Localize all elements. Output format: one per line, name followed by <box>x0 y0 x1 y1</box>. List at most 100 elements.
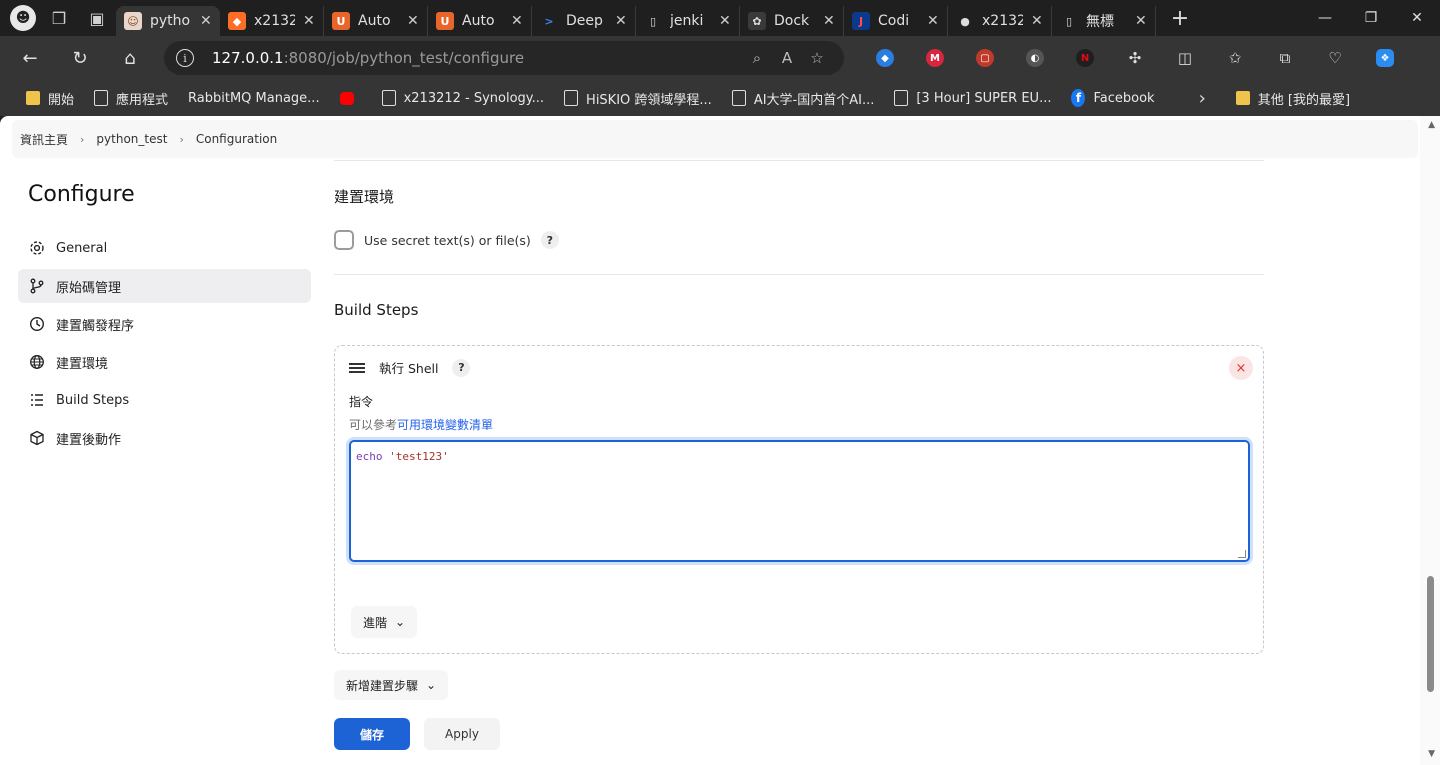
scrollbar-thumb[interactable] <box>1427 576 1434 692</box>
site-info-icon[interactable]: i <box>176 49 194 67</box>
bookmark-item[interactable]: f Facebook <box>1061 83 1164 113</box>
puzzle-extensions-icon[interactable]: ✣ <box>1114 43 1156 73</box>
close-window-button[interactable]: ✕ <box>1394 0 1440 36</box>
performance-icon[interactable]: ♡ <box>1314 43 1356 73</box>
split-screen-icon[interactable]: ◫ <box>1164 43 1206 73</box>
tab-actions-icon[interactable]: ▣ <box>78 0 116 36</box>
browser-tab[interactable]: U Auto ✕ <box>428 6 532 36</box>
tab-close-icon[interactable]: ✕ <box>927 13 939 29</box>
tab-title: pytho <box>150 13 191 29</box>
browser-tab[interactable]: ☺ pytho ✕ <box>116 6 220 36</box>
section-divider <box>334 274 1264 275</box>
restore-button[interactable]: ❐ <box>1348 0 1394 36</box>
secret-option-row: Use secret text(s) or file(s) ? <box>334 230 559 250</box>
back-button[interactable]: ← <box>10 40 50 76</box>
secret-checkbox[interactable] <box>334 230 354 250</box>
screenshot-extension-icon[interactable]: ▢ <box>964 43 1006 73</box>
other-bookmarks-folder[interactable]: 其他 [我的最愛] <box>1226 83 1360 113</box>
page-scrollbar[interactable]: ▲ ▼ <box>1420 116 1440 765</box>
more-bookmarks-icon[interactable]: › <box>1189 88 1216 109</box>
browser-tab[interactable]: J Codi ✕ <box>844 6 948 36</box>
bookmark-item[interactable]: 開始 <box>16 83 84 113</box>
refresh-button[interactable]: ↻ <box>60 40 100 76</box>
browser-tab[interactable]: ● x2132 ✕ <box>948 6 1052 36</box>
env-vars-link[interactable]: 可用環境變數清單 <box>397 418 493 432</box>
copilot-icon[interactable]: ❖ <box>1364 43 1406 73</box>
drag-handle-icon[interactable] <box>349 362 365 373</box>
scroll-down-icon[interactable]: ▼ <box>1428 749 1435 759</box>
add-build-step-button[interactable]: 新增建置步驟 ⌄ <box>334 670 449 700</box>
bookmark-label: RabbitMQ Manage... <box>188 90 320 106</box>
workspaces-icon[interactable]: ❒ <box>40 0 78 36</box>
tab-close-icon[interactable]: ✕ <box>719 13 731 29</box>
new-tab-button[interactable]: + <box>1162 3 1198 33</box>
sidebar-item[interactable]: 建置觸發程序 <box>18 307 311 341</box>
tab-close-icon[interactable]: ✕ <box>511 13 523 29</box>
netflix-extension-icon[interactable]: N <box>1064 43 1106 73</box>
save-button[interactable]: 儲存 <box>334 718 410 750</box>
bookmark-item[interactable]: 應用程式 <box>84 83 178 113</box>
tab-title: x2132 <box>254 13 295 29</box>
resize-handle-icon[interactable] <box>1238 550 1246 558</box>
command-label: 指令 <box>349 395 374 409</box>
bookmark-item[interactable]: HiSKIO 跨領域學程... <box>554 83 722 113</box>
advanced-button[interactable]: 進階 ⌄ <box>351 606 418 638</box>
read-aloud-icon[interactable]: A <box>772 49 802 67</box>
section-divider <box>334 160 1264 161</box>
profile-avatar[interactable]: ☻ <box>10 5 36 31</box>
tab-close-icon[interactable]: ✕ <box>615 13 627 29</box>
apply-button[interactable]: Apply <box>424 718 500 750</box>
zoom-icon[interactable]: ⌕ <box>742 49 772 67</box>
favorites-icon[interactable]: ✩ <box>1214 43 1256 73</box>
config-main: 建置環境 Use secret text(s) or file(s) ? Bui… <box>334 116 1264 765</box>
scroll-up-icon[interactable]: ▲ <box>1428 120 1435 130</box>
favorite-star-icon[interactable]: ☆ <box>802 49 832 67</box>
mouse-extension-icon[interactable]: ◐ <box>1014 43 1056 73</box>
secret-label[interactable]: Use secret text(s) or file(s) <box>364 233 531 248</box>
browser-tab[interactable]: > Deep ✕ <box>532 6 636 36</box>
browser-tab[interactable]: ◆ x2132 ✕ <box>220 6 324 36</box>
url-text[interactable]: 127.0.0.1:8080/job/python_test/configure <box>212 49 742 67</box>
tab-title: Deep <box>566 13 603 29</box>
tab-close-icon[interactable]: ✕ <box>1135 13 1147 29</box>
tab-close-icon[interactable]: ✕ <box>823 13 835 29</box>
breadcrumb-configuration: Configuration <box>195 132 278 146</box>
command-textarea[interactable]: echo 'test123' <box>349 440 1250 562</box>
breadcrumb-job[interactable]: python_test <box>96 132 167 146</box>
folder-icon <box>26 91 40 105</box>
m-extension-icon[interactable]: M <box>914 43 956 73</box>
help-icon[interactable]: ? <box>452 358 471 377</box>
gear-icon <box>28 239 46 257</box>
tab-close-icon[interactable]: ✕ <box>1031 13 1043 29</box>
sidebar-item[interactable]: Build Steps <box>18 383 311 417</box>
collections-icon[interactable]: ⧉ <box>1264 43 1306 73</box>
gem-extension-icon[interactable]: ◆ <box>864 43 906 73</box>
bookmark-item[interactable] <box>330 83 372 113</box>
browser-tab[interactable]: ▯ 無標 ✕ <box>1052 6 1156 36</box>
breadcrumb-dashboard[interactable]: 資訊主頁 <box>20 131 68 148</box>
bookmark-item[interactable]: [3 Hour] SUPER EU... <box>884 83 1061 113</box>
address-bar[interactable]: i 127.0.0.1:8080/job/python_test/configu… <box>164 41 844 75</box>
sidebar-item[interactable]: 建置環境 <box>18 345 311 379</box>
chevron-down-icon: ⌄ <box>395 615 406 629</box>
browser-tab[interactable]: ✿ Dock ✕ <box>740 6 844 36</box>
delete-step-button[interactable]: × <box>1229 356 1253 380</box>
tab-close-icon[interactable]: ✕ <box>303 13 315 29</box>
bookmark-item[interactable]: x213212 - Synology... <box>372 83 554 113</box>
page-icon <box>94 90 109 106</box>
sidebar-item[interactable]: 建置後動作 <box>18 421 311 455</box>
config-sidebar: Configure General 原始碼管理 建置觸發程序 建置環境 Build St… <box>18 178 311 459</box>
browser-tab[interactable]: ▯ jenki ✕ <box>636 6 740 36</box>
tab-close-icon[interactable]: ✕ <box>200 13 212 29</box>
sidebar-item[interactable]: 原始碼管理 <box>18 269 311 303</box>
home-button[interactable]: ⌂ <box>110 40 150 76</box>
browser-tab[interactable]: U Auto ✕ <box>324 6 428 36</box>
sidebar-item[interactable]: General <box>18 231 311 265</box>
branch-icon <box>28 277 46 295</box>
tab-close-icon[interactable]: ✕ <box>407 13 419 29</box>
bookmark-item[interactable]: RabbitMQ Manage... <box>178 83 330 113</box>
tab-title: Codi <box>878 13 910 29</box>
help-icon[interactable]: ? <box>540 231 559 249</box>
bookmark-item[interactable]: AI大学-国内首个AI... <box>722 83 885 113</box>
minimize-button[interactable]: — <box>1302 0 1348 36</box>
